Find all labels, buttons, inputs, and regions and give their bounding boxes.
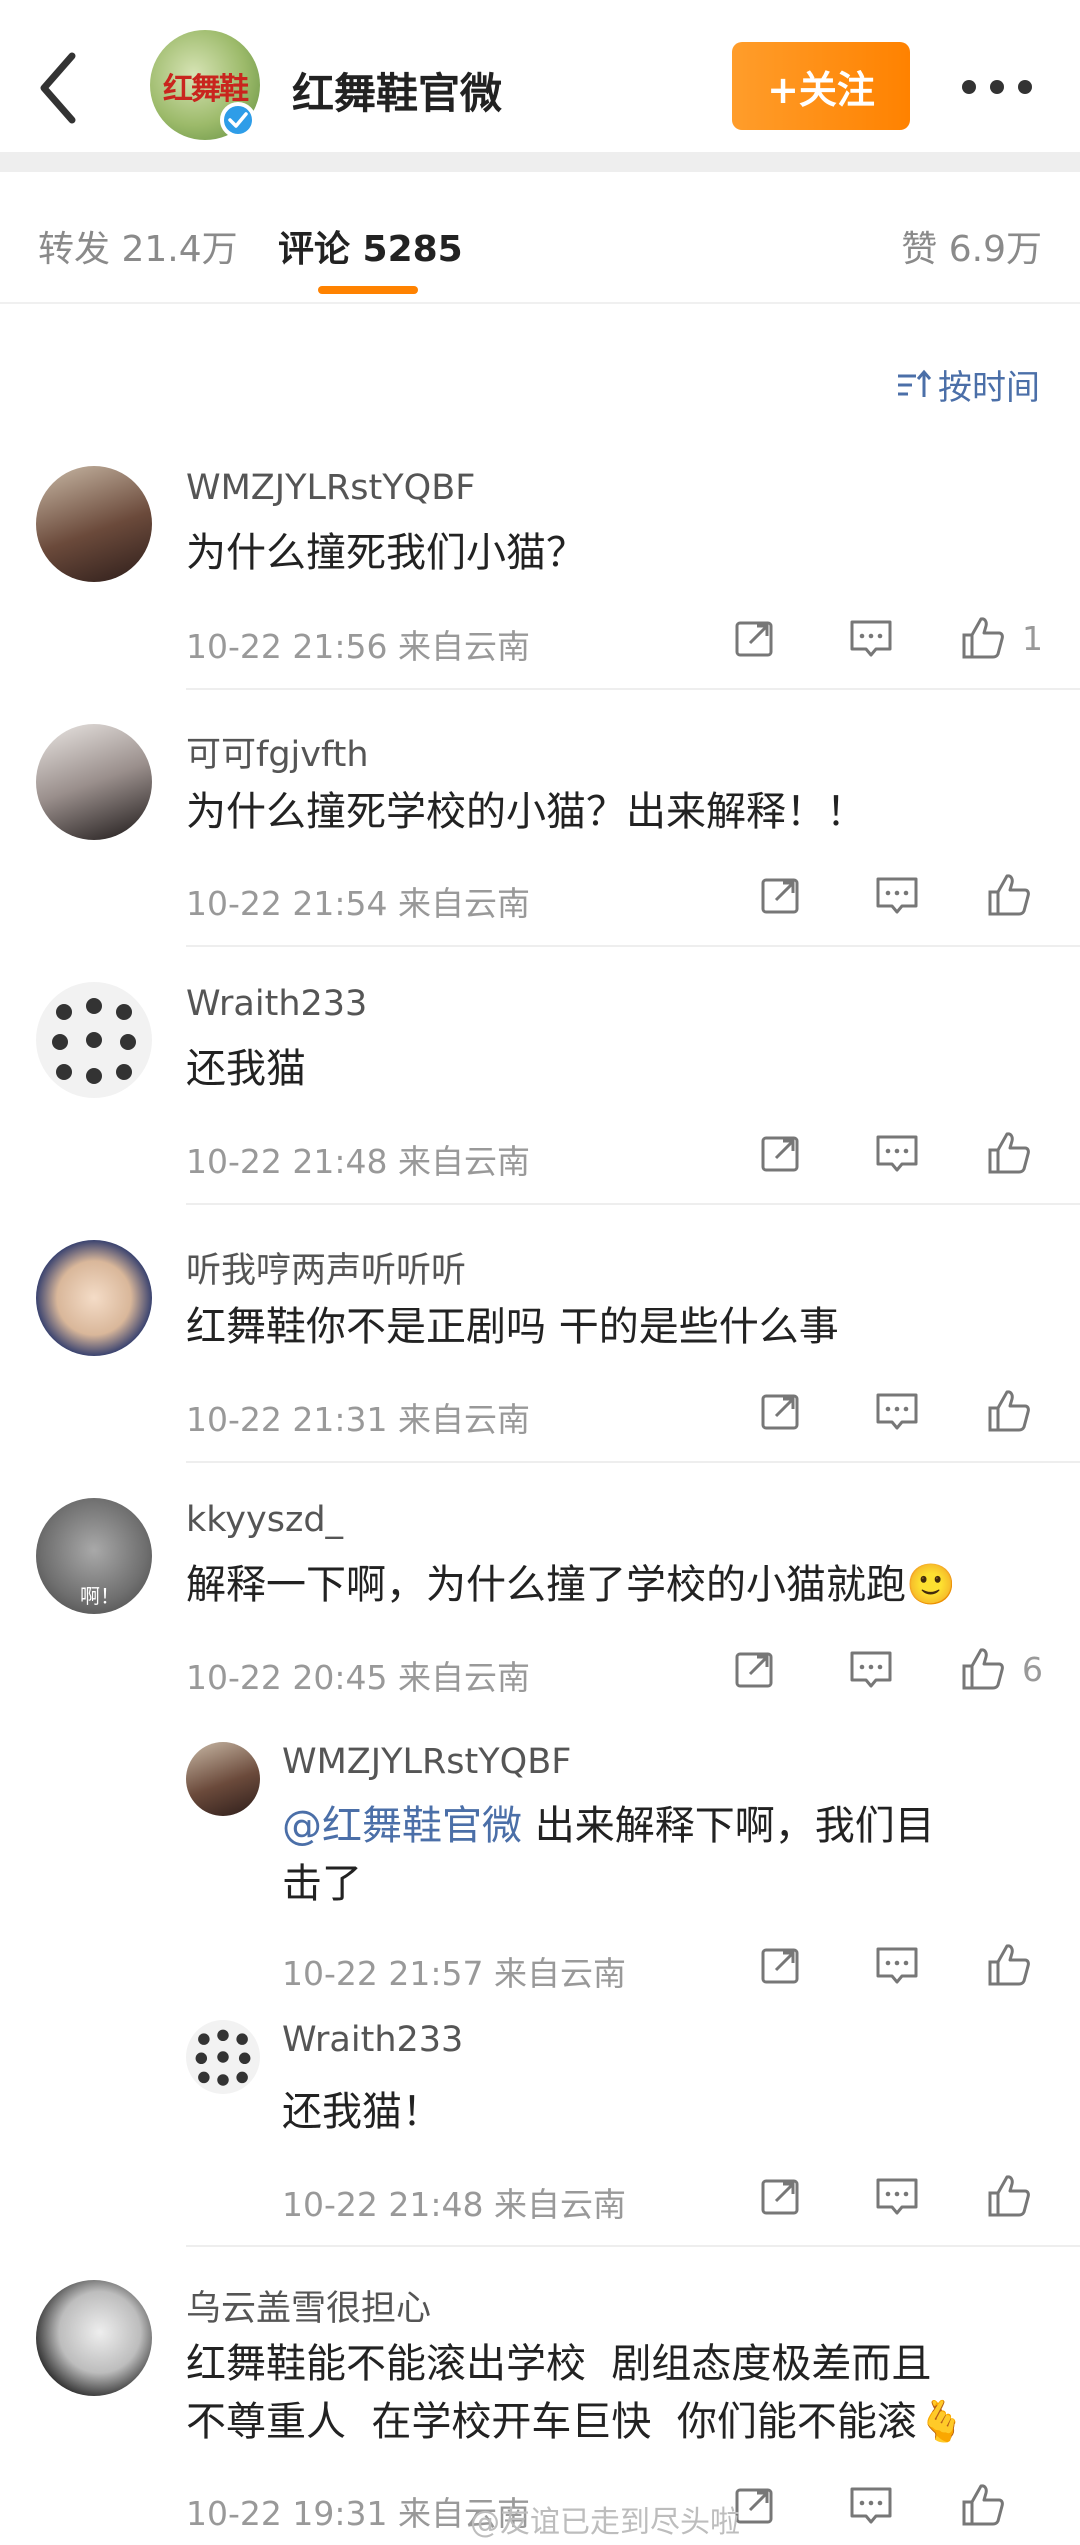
avatar-caption: 啊！ bbox=[80, 1584, 120, 1608]
like-count: 1 bbox=[1022, 619, 1043, 658]
divider bbox=[186, 1203, 1080, 1205]
comment-author[interactable]: 乌云盖雪很担心 bbox=[186, 2280, 431, 2331]
comment-author[interactable]: 可可fgjvfth bbox=[186, 726, 369, 777]
like-icon[interactable] bbox=[984, 2171, 1034, 2221]
comment-actions bbox=[756, 1386, 1036, 1436]
comment-actions bbox=[756, 1128, 1036, 1178]
mention-link[interactable]: @红舞鞋官微 bbox=[282, 1803, 522, 1849]
comment-meta: 10-22 21:54 来自云南 bbox=[186, 884, 530, 923]
active-tab-indicator bbox=[318, 286, 418, 294]
comment-text: 红舞鞋你不是正剧吗 干的是些什么事 bbox=[186, 1304, 839, 1350]
repost-icon[interactable] bbox=[756, 1386, 806, 1436]
like-icon[interactable] bbox=[984, 1386, 1034, 1436]
reply-meta: 10-22 21:57 来自云南 bbox=[282, 1954, 626, 1993]
header-separator bbox=[0, 152, 1080, 172]
verified-icon bbox=[220, 102, 256, 138]
like-icon[interactable] bbox=[958, 613, 1008, 663]
like-icon[interactable] bbox=[958, 2480, 1008, 2530]
comment-actions bbox=[756, 870, 1036, 920]
divider bbox=[186, 2245, 1080, 2247]
avatar[interactable] bbox=[36, 1240, 152, 1356]
account-name[interactable]: 红舞鞋官微 bbox=[292, 60, 502, 121]
comment-actions: 6 bbox=[730, 1644, 1050, 1694]
comment-text: 解释一下啊，为什么撞了学校的小猫就跑🙂 bbox=[186, 1562, 956, 1608]
comment-actions: 1 bbox=[730, 613, 1050, 663]
comment-icon[interactable] bbox=[872, 1940, 922, 1990]
repost-icon[interactable] bbox=[730, 613, 780, 663]
tab-likes[interactable]: 赞 6.9万 bbox=[901, 220, 1042, 272]
divider bbox=[186, 945, 1080, 947]
comment-icon[interactable] bbox=[872, 1128, 922, 1178]
repost-icon[interactable] bbox=[730, 1644, 780, 1694]
avatar[interactable] bbox=[36, 724, 152, 840]
repost-icon[interactable] bbox=[756, 1940, 806, 1990]
back-arrow-icon[interactable] bbox=[30, 48, 90, 128]
reply-actions bbox=[756, 1940, 1036, 1990]
repost-icon[interactable] bbox=[756, 870, 806, 920]
tab-comments[interactable]: 评论 5285 bbox=[278, 220, 463, 272]
reply-text: @红舞鞋官微 出来解释下啊，我们目 击了 bbox=[282, 1797, 1042, 1913]
sort-label: 按时间 bbox=[938, 368, 1040, 408]
reply-actions bbox=[756, 2171, 1036, 2221]
comment-meta: 10-22 21:56 来自云南 bbox=[186, 627, 530, 666]
comment-icon[interactable] bbox=[872, 2171, 922, 2221]
top-bar: 红舞鞋 红舞鞋官微 +关注 bbox=[0, 0, 1080, 152]
like-icon[interactable] bbox=[984, 1128, 1034, 1178]
repost-icon[interactable] bbox=[756, 2171, 806, 2221]
comment-icon[interactable] bbox=[846, 613, 896, 663]
avatar[interactable] bbox=[186, 2020, 260, 2094]
more-icon[interactable] bbox=[962, 72, 1032, 102]
avatar[interactable]: 啊！ bbox=[36, 1498, 152, 1614]
comment-text: 红舞鞋能不能滚出学校 剧组态度极差而且 不尊重人 在学校开车巨快 你们能不能滚🫰 bbox=[186, 2341, 967, 2445]
repost-icon[interactable] bbox=[756, 1128, 806, 1178]
comment-icon[interactable] bbox=[846, 1644, 896, 1694]
sort-icon bbox=[898, 369, 932, 397]
follow-button[interactable]: +关注 bbox=[732, 42, 910, 130]
comment-meta: 10-22 21:48 来自云南 bbox=[186, 1142, 530, 1181]
reply-text: 还我猫！ bbox=[282, 2089, 442, 2135]
like-icon[interactable] bbox=[984, 870, 1034, 920]
avatar[interactable] bbox=[36, 466, 152, 582]
avatar[interactable] bbox=[36, 2280, 152, 2396]
comment-author[interactable]: 听我哼两声听听听 bbox=[186, 1242, 466, 1293]
comment-author[interactable]: kkyyszd_ bbox=[186, 1500, 343, 1540]
like-icon[interactable] bbox=[958, 1644, 1008, 1694]
avatar[interactable] bbox=[186, 1742, 260, 1816]
like-count: 6 bbox=[1022, 1650, 1043, 1689]
comment-icon[interactable] bbox=[846, 2480, 896, 2530]
tab-bar: 转发 21.4万 评论 5285 赞 6.9万 bbox=[0, 172, 1080, 304]
comment-text: 为什么撞死学校的小猫？出来解释！！ bbox=[186, 789, 866, 835]
reply-meta: 10-22 21:48 来自云南 bbox=[282, 2185, 626, 2224]
comment-author[interactable]: Wraith233 bbox=[186, 984, 367, 1024]
comment-icon[interactable] bbox=[872, 1386, 922, 1436]
comment-meta: 10-22 21:31 来自云南 bbox=[186, 1400, 530, 1439]
comment-meta: 10-22 20:45 来自云南 bbox=[186, 1658, 530, 1697]
comment-text: 还我猫 bbox=[186, 1046, 306, 1092]
comment-text: 为什么撞死我们小猫？ bbox=[186, 530, 586, 576]
tab-reposts[interactable]: 转发 21.4万 bbox=[38, 220, 238, 272]
comment-actions bbox=[730, 2480, 1050, 2530]
comment-author[interactable]: WMZJYLRstYQBF bbox=[186, 468, 475, 508]
divider bbox=[186, 688, 1080, 690]
watermark: @友谊已走到尽头啦 bbox=[470, 2505, 740, 2540]
comment-icon[interactable] bbox=[872, 870, 922, 920]
like-icon[interactable] bbox=[984, 1940, 1034, 1990]
avatar[interactable] bbox=[36, 982, 152, 1098]
sort-by-time-button[interactable]: 按时间 bbox=[894, 360, 1040, 409]
reply-author[interactable]: Wraith233 bbox=[282, 2020, 463, 2060]
divider bbox=[186, 1461, 1080, 1463]
reply-author[interactable]: WMZJYLRstYQBF bbox=[282, 1742, 571, 1782]
